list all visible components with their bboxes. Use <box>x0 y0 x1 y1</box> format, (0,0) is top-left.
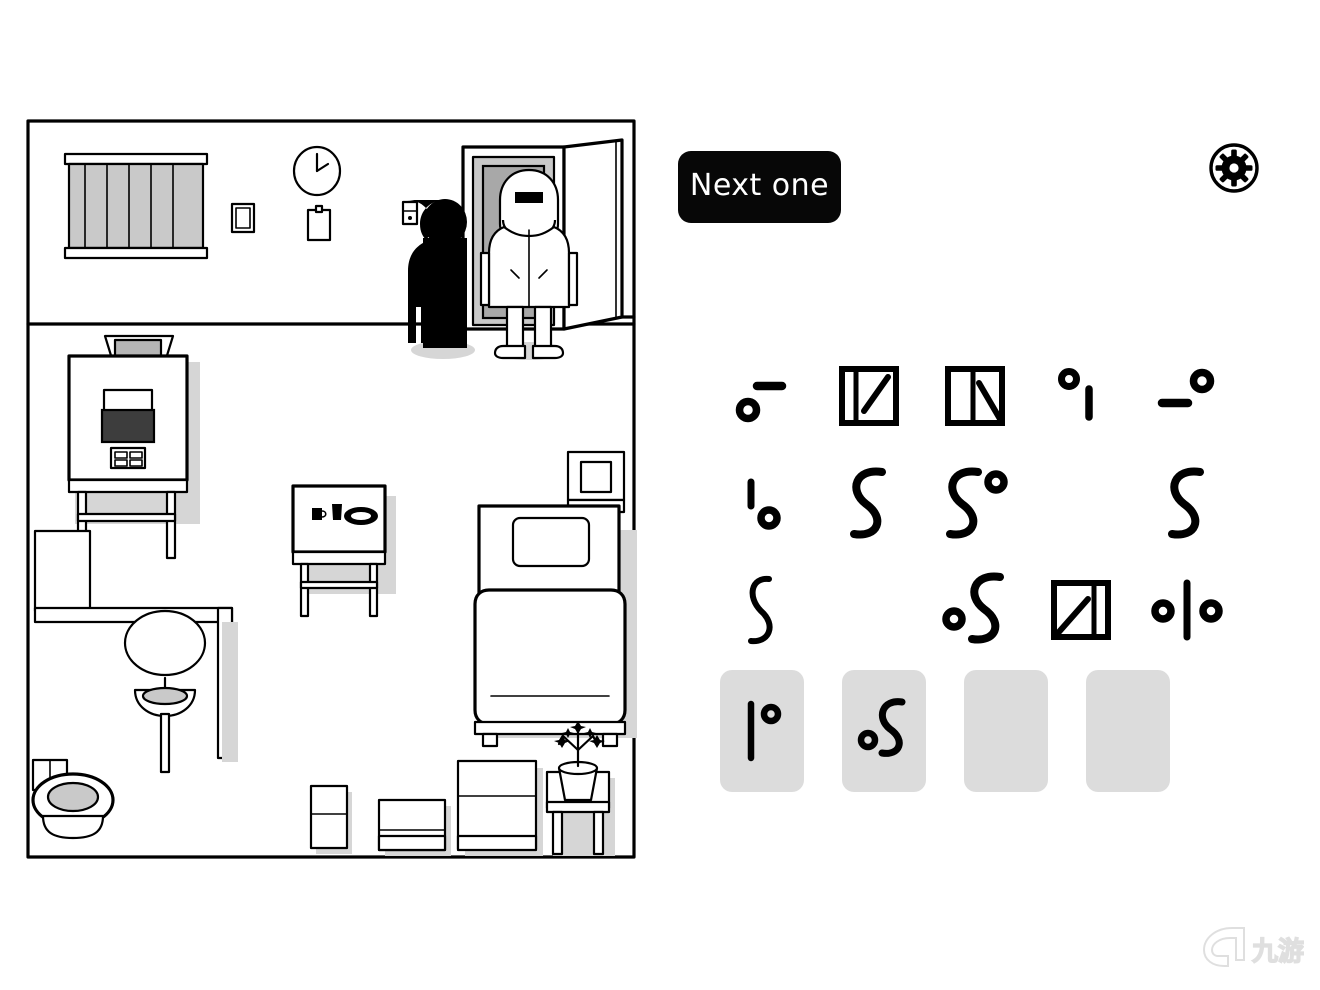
s-curve-icon <box>1168 467 1204 539</box>
bar-circle-icon <box>747 478 781 530</box>
room-scene: .ln { fill:none; stroke:#000; stroke-wid… <box>25 118 637 860</box>
glyph-cell-r3c2 <box>816 556 922 663</box>
circle-s-curve-icon <box>857 698 906 757</box>
glyph-cell-r1c1[interactable] <box>710 343 816 450</box>
glyph-cell-r1c2[interactable] <box>816 343 922 450</box>
light-switch <box>401 200 419 226</box>
glyph-cell-r2c2[interactable] <box>816 450 922 557</box>
bar-circle-top-icon <box>747 700 782 762</box>
clipboard <box>306 204 332 242</box>
dash-circle-icon <box>1157 369 1215 408</box>
circle-s-curve-icon <box>942 572 1004 644</box>
cabinet-small <box>309 784 352 854</box>
glyph-cell-r3c3[interactable] <box>922 556 1028 663</box>
glyph-cell-r1c3[interactable] <box>922 343 1028 450</box>
jiuyou-logo-icon: 九游 <box>1202 927 1305 968</box>
circle-dash-icon <box>735 382 787 423</box>
box-center-bar-diagonal-down-icon <box>945 366 1005 427</box>
glyph-cell-r2c5[interactable] <box>1134 450 1240 557</box>
room-illustration: .ln { fill:none; stroke:#000; stroke-wid… <box>26 119 637 859</box>
settings-button[interactable] <box>1208 142 1260 194</box>
cabinet-wide <box>377 798 451 856</box>
glyph-cell-r2c3[interactable] <box>922 450 1028 557</box>
gear-icon <box>1209 143 1259 193</box>
glyph-grid <box>710 343 1240 663</box>
picture-frame <box>230 202 256 234</box>
glyph-cell-r2c4 <box>1028 450 1134 557</box>
puzzle-panel: Next one <box>660 118 1300 860</box>
answer-slot-3[interactable] <box>964 670 1048 792</box>
cabinet-large <box>456 759 543 856</box>
answer-slot-4[interactable] <box>1086 670 1170 792</box>
s-curve-icon <box>850 467 886 539</box>
glyph-cell-r3c1[interactable] <box>710 556 816 663</box>
s-curve-thin-icon <box>748 575 773 644</box>
answer-slot-row <box>720 670 1240 796</box>
circle-bar-circle-icon <box>1151 579 1223 641</box>
glyph-cell-r1c5[interactable] <box>1134 343 1240 450</box>
glyph-cell-r3c4[interactable] <box>1028 556 1134 663</box>
glyph-cell-r1c4[interactable] <box>1028 343 1134 450</box>
glyph-cell-r2c1[interactable] <box>710 450 816 557</box>
answer-slot-2[interactable] <box>842 670 926 792</box>
watermark-text: 九游 <box>1251 937 1304 967</box>
next-one-label: Next one <box>689 167 830 203</box>
s-curve-circle-icon <box>946 467 1008 539</box>
next-one-button[interactable]: Next one <box>678 151 841 223</box>
box-right-bar-diagonal-up-icon <box>1051 579 1111 640</box>
glyph-cell-r3c5[interactable] <box>1134 556 1240 663</box>
answer-slot-1[interactable] <box>720 670 804 792</box>
watermark: 九游 <box>1194 920 1305 972</box>
barred-window <box>63 152 209 260</box>
circle-vertical-bar-icon <box>1058 368 1093 422</box>
box-left-bar-diagonal-up-icon <box>839 366 899 427</box>
wall-clock <box>292 145 342 197</box>
app-root: .ln { fill:none; stroke:#000; stroke-wid… <box>0 0 1320 990</box>
